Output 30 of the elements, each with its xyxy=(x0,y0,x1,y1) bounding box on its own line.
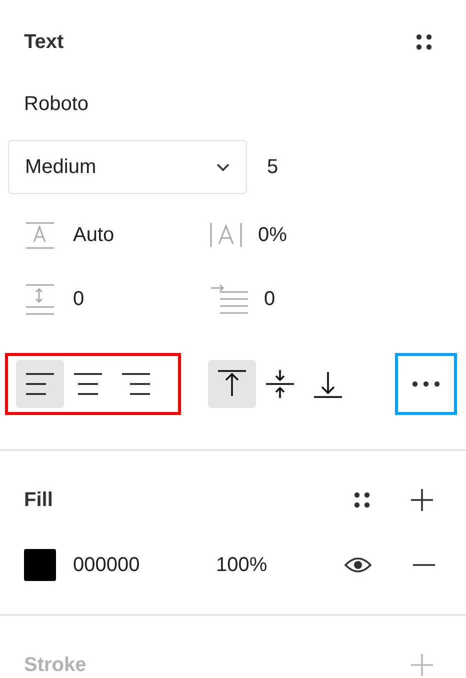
align-right-icon xyxy=(121,372,151,396)
color-hex-field[interactable]: 000000 xyxy=(73,554,216,576)
section-title: Fill xyxy=(24,488,53,512)
metric-value[interactable]: 0 xyxy=(73,288,84,310)
align-middle-icon xyxy=(265,368,295,400)
font-weight-dropdown[interactable]: Medium xyxy=(8,140,247,194)
paragraph-indent-icon xyxy=(210,284,248,314)
more-icon xyxy=(411,381,441,387)
font-size-field[interactable]: 5 xyxy=(267,156,278,178)
opacity-field[interactable]: 100% xyxy=(216,554,344,576)
section-title: Stroke xyxy=(24,654,86,676)
styles-icon[interactable] xyxy=(414,32,434,52)
styles-icon[interactable] xyxy=(352,490,372,510)
remove-icon[interactable] xyxy=(412,563,436,567)
chevron-icon xyxy=(216,162,230,172)
letter-spacing-icon xyxy=(210,222,242,248)
metric-value[interactable]: 0% xyxy=(258,224,287,246)
color-swatch[interactable] xyxy=(24,549,56,581)
align-left-button[interactable] xyxy=(16,360,64,408)
metric-value[interactable]: 0 xyxy=(264,288,276,310)
align-left-icon xyxy=(25,372,55,396)
align-top-button[interactable] xyxy=(208,360,256,408)
line-height-icon xyxy=(24,220,54,250)
paragraph-spacing-icon xyxy=(24,283,54,315)
add-icon[interactable] xyxy=(410,488,434,512)
align-center-icon xyxy=(73,372,103,396)
section-title: Text xyxy=(24,30,64,54)
metric-value[interactable]: Auto xyxy=(73,224,114,246)
eye-icon[interactable] xyxy=(344,556,372,574)
font-family-field[interactable]: Roboto xyxy=(24,91,88,117)
